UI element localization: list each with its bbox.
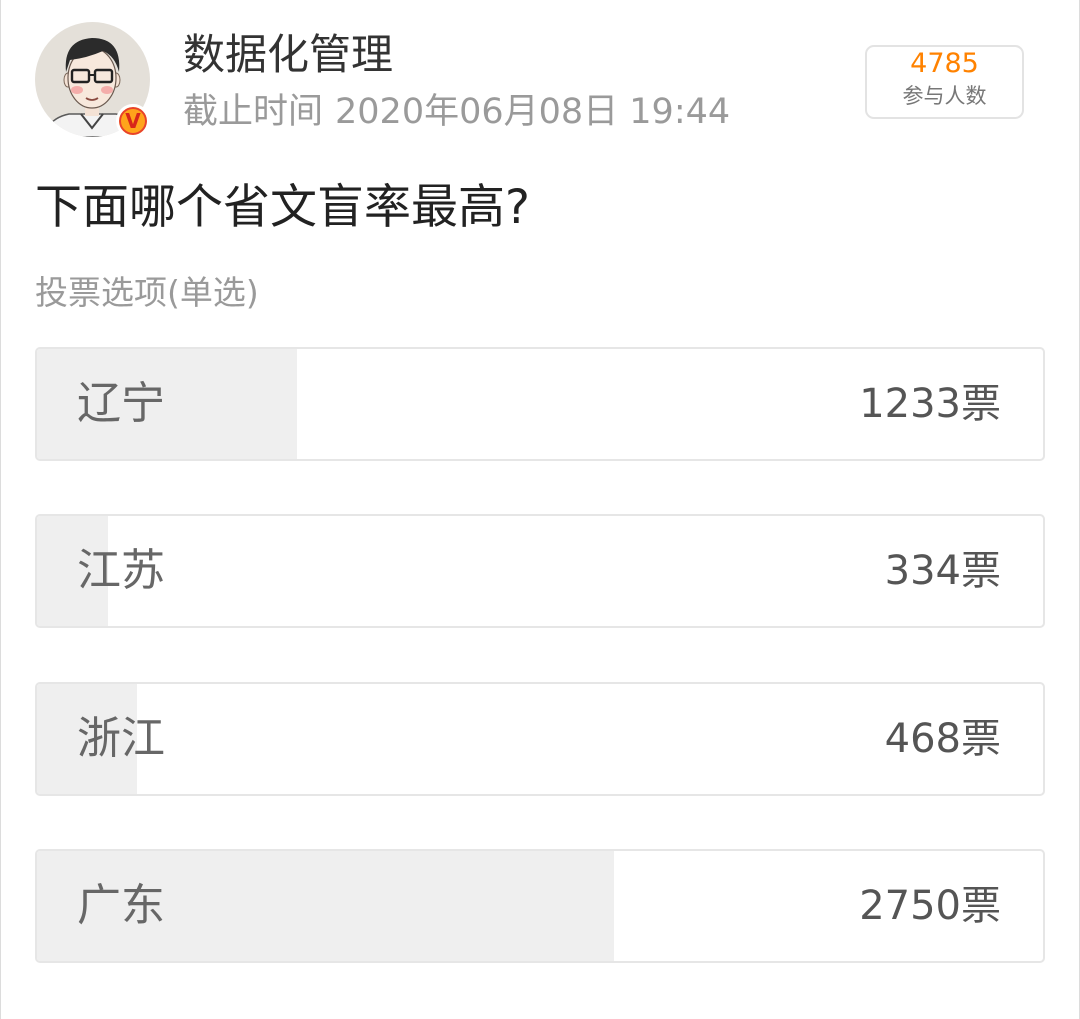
verified-badge-icon: V xyxy=(116,104,150,138)
deadline-value: 2020年06月08日 19:44 xyxy=(335,92,731,132)
options-header: 投票选项(单选) xyxy=(35,273,259,312)
option-vote-count: 334票 xyxy=(884,548,1001,594)
option-label: 江苏 xyxy=(77,545,165,596)
option-label: 辽宁 xyxy=(77,378,165,429)
account-name[interactable]: 数据化管理 xyxy=(183,33,393,77)
poll-option[interactable]: 广东 2750票 xyxy=(35,849,1045,963)
option-vote-count: 468票 xyxy=(884,716,1001,762)
participants-box[interactable]: 4785 参与人数 xyxy=(865,45,1024,119)
participant-label: 参与人数 xyxy=(902,84,987,108)
poll-option[interactable]: 江苏 334票 xyxy=(35,514,1045,628)
poll-deadline: 截止时间 2020年06月08日 19:44 xyxy=(183,94,730,130)
option-vote-count: 2750票 xyxy=(859,883,1001,929)
participant-count: 4785 xyxy=(910,48,979,79)
poll-question: 下面哪个省文盲率最高? xyxy=(35,180,530,235)
poll-option[interactable]: 浙江 468票 xyxy=(35,682,1045,796)
deadline-label: 截止时间 xyxy=(183,92,324,132)
option-label: 广东 xyxy=(77,880,165,931)
option-label: 浙江 xyxy=(77,713,165,764)
vote-share-bar xyxy=(37,349,297,459)
option-vote-count: 1233票 xyxy=(859,381,1001,427)
poll-option[interactable]: 辽宁 1233票 xyxy=(35,347,1045,461)
